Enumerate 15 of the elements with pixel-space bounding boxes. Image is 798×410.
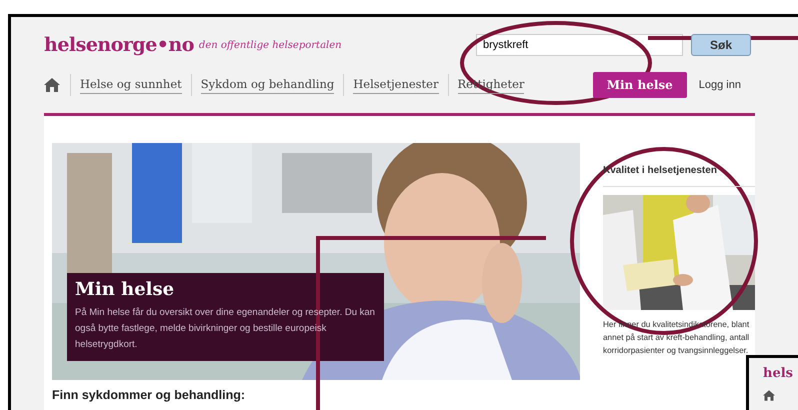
- login-link[interactable]: Logg inn: [698, 76, 741, 94]
- section-heading: Finn sykdommer og behandling:: [52, 388, 246, 403]
- nav-link[interactable]: Helse og sunnhet: [80, 76, 182, 94]
- hero-text: På Min helse får du oversikt over dine egenandeler og resepter. Du kan også bytte fastlege, melde bivirkninger og bestille europeisk helsetrygdkort.: [75, 306, 376, 352]
- search-button[interactable]: Søk: [691, 34, 751, 56]
- nav-link[interactable]: Sykdom og behandling: [200, 76, 334, 94]
- tagline: den offentlige helseportalen: [198, 38, 342, 52]
- nav-link[interactable]: Helsetjenester: [353, 76, 438, 94]
- logo[interactable]: helsenorge•no: [44, 30, 194, 60]
- home-icon: [763, 390, 775, 401]
- search-field[interactable]: brystkreft: [476, 34, 683, 56]
- home-icon[interactable]: [44, 78, 60, 92]
- min-helse-button[interactable]: Min helse: [592, 72, 687, 98]
- hero-title[interactable]: Min helse: [75, 279, 376, 301]
- logo: hels: [763, 365, 794, 383]
